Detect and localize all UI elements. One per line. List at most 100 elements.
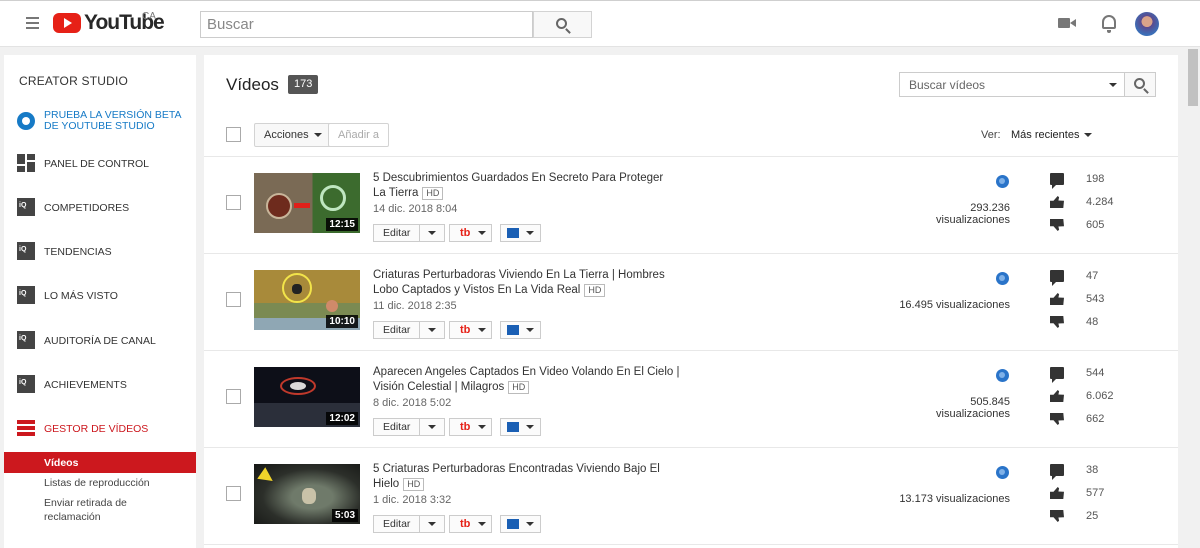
add-to-button[interactable]: Añadir a — [328, 123, 389, 147]
vidiq-menu-button[interactable] — [500, 515, 541, 533]
tubebuddy-menu-button[interactable]: tb — [449, 418, 492, 436]
search-videos-button[interactable] — [1124, 72, 1156, 97]
youtube-logo-icon[interactable] — [53, 13, 81, 33]
video-duration: 5:03 — [331, 509, 358, 522]
chevron-down-icon[interactable] — [428, 425, 436, 429]
sort-dropdown[interactable]: Más recientes — [1011, 129, 1093, 141]
iq-icon — [17, 198, 35, 216]
thumbs-down-icon — [1050, 510, 1064, 522]
video-title-line1: Aparecen Angeles Captados En Video Volan… — [373, 366, 680, 378]
edit-button[interactable]: Editar — [373, 321, 445, 339]
sidebar-item-competitors[interactable]: COMPETIDORES — [4, 193, 196, 223]
sidebar-item-dashboard[interactable]: PANEL DE CONTROL — [4, 149, 196, 179]
row-checkbox[interactable] — [226, 292, 241, 307]
dislike-count: 48 — [1086, 316, 1099, 328]
avatar[interactable] — [1135, 12, 1159, 36]
row-checkbox[interactable] — [226, 389, 241, 404]
scrollbar-thumb[interactable] — [1188, 49, 1198, 106]
edit-button[interactable]: Editar — [373, 224, 445, 242]
video-title-line2: Visión Celestial | Milagros — [373, 381, 505, 393]
chevron-down-icon — [478, 425, 486, 429]
upload-video-icon[interactable] — [1058, 18, 1076, 28]
public-globe-icon — [996, 175, 1009, 188]
video-thumbnail[interactable]: 10:10 — [254, 270, 360, 330]
actions-dropdown[interactable]: Acciones — [254, 123, 332, 147]
sidebar-subitem-takedown[interactable]: Enviar retirada de reclamación — [4, 496, 196, 524]
hd-badge: HD — [508, 381, 530, 394]
beta-label-line2: DE YOUTUBE STUDIO — [44, 120, 155, 132]
like-count: 4.284 — [1086, 196, 1114, 208]
vidiq-menu-button[interactable] — [500, 321, 541, 339]
tubebuddy-menu-button[interactable]: tb — [449, 321, 492, 339]
search-videos-input[interactable]: Buscar vídeos — [899, 72, 1125, 97]
video-thumbnail[interactable]: 5:03 — [254, 464, 360, 524]
sidebar-item-trends[interactable]: TENDENCIAS — [4, 237, 196, 267]
video-title[interactable]: 5 Criaturas Perturbadoras Encontradas Vi… — [373, 462, 683, 492]
video-duration: 10:10 — [326, 315, 358, 328]
select-all-checkbox[interactable] — [226, 127, 241, 142]
edit-button[interactable]: Editar — [373, 515, 445, 533]
sidebar-item-most-viewed[interactable]: LO MÁS VISTO — [4, 281, 196, 311]
chevron-down-icon[interactable] — [1109, 83, 1117, 87]
sidebar-subitem-playlists[interactable]: Listas de reproducción — [4, 476, 196, 490]
comment-count: 198 — [1086, 173, 1105, 185]
video-title[interactable]: Criaturas Perturbadoras Viviendo En La T… — [373, 268, 683, 298]
video-thumbnail[interactable]: 12:15 — [254, 173, 360, 233]
chevron-down-icon — [478, 328, 486, 332]
vidiq-menu-button[interactable] — [500, 418, 541, 436]
table-row: 12:15 5 Descubrimientos Guardados En Sec… — [204, 159, 1178, 256]
video-title[interactable]: Aparecen Angeles Captados En Video Volan… — [373, 365, 683, 395]
search-icon — [556, 18, 567, 29]
region-code: CA — [142, 11, 156, 22]
sidebar-item-video-manager[interactable]: GESTOR DE VÍDEOS — [4, 414, 196, 444]
video-title[interactable]: 5 Descubrimientos Guardados En Secreto P… — [373, 171, 683, 201]
chevron-down-icon[interactable] — [428, 231, 436, 235]
tubebuddy-menu-button[interactable]: tb — [449, 224, 492, 242]
tubebuddy-menu-button[interactable]: tb — [449, 515, 492, 533]
video-title-line2: La Tierra — [373, 187, 419, 199]
iq-icon — [17, 375, 35, 393]
sidebar-item-channel-audit[interactable]: AUDITORÍA DE CANAL — [4, 326, 196, 356]
search-input[interactable]: Buscar — [200, 11, 533, 38]
menu-icon[interactable] — [26, 17, 39, 29]
video-date: 14 dic. 2018 8:04 — [373, 203, 458, 215]
chevron-down-icon — [478, 231, 486, 235]
notifications-bell-icon[interactable] — [1102, 15, 1116, 33]
thumbs-down-icon — [1050, 219, 1064, 231]
dislike-count: 662 — [1086, 413, 1105, 425]
sidebar-item-try-beta[interactable]: PRUEBA LA VERSIÓN BETA DE YOUTUBE STUDIO — [4, 107, 196, 137]
comment-icon — [1050, 270, 1064, 286]
sidebar-item-label: PANEL DE CONTROL — [44, 158, 150, 170]
comment-count: 47 — [1086, 270, 1099, 282]
table-row: 12:02 Aparecen Angeles Captados En Video… — [204, 353, 1178, 450]
comment-icon — [1050, 173, 1064, 189]
view-count: 293.236 visualizaciones — [936, 202, 1010, 226]
vidiq-icon — [507, 422, 519, 432]
divider — [204, 253, 1178, 254]
video-date: 11 dic. 2018 2:35 — [373, 300, 457, 312]
chevron-down-icon[interactable] — [428, 522, 436, 526]
public-globe-icon — [996, 369, 1009, 382]
sidebar-item-achievements[interactable]: ACHIEVEMENTS — [4, 370, 196, 400]
video-date: 8 dic. 2018 5:02 — [373, 397, 452, 409]
search-button[interactable] — [533, 11, 592, 38]
edit-label: Editar — [383, 324, 411, 336]
vidiq-menu-button[interactable] — [500, 224, 541, 242]
row-checkbox[interactable] — [226, 195, 241, 210]
chevron-down-icon — [526, 425, 534, 429]
row-checkbox[interactable] — [226, 486, 241, 501]
dashboard-icon — [17, 154, 35, 172]
sidebar-subitem-videos[interactable]: Vídeos — [4, 452, 196, 473]
chevron-down-icon[interactable] — [428, 328, 436, 332]
vidiq-icon — [507, 519, 519, 529]
thumbs-up-icon — [1050, 390, 1064, 402]
divider — [204, 447, 1178, 448]
divider — [204, 544, 1178, 545]
video-thumbnail[interactable]: 12:02 — [254, 367, 360, 427]
sidebar-item-label: GESTOR DE VÍDEOS — [44, 423, 149, 435]
page-scrollbar[interactable] — [1185, 47, 1200, 548]
view-count: 13.173 visualizaciones — [899, 493, 1010, 505]
thumbs-up-icon — [1050, 293, 1064, 305]
video-date: 1 dic. 2018 3:32 — [373, 494, 452, 506]
edit-button[interactable]: Editar — [373, 418, 445, 436]
